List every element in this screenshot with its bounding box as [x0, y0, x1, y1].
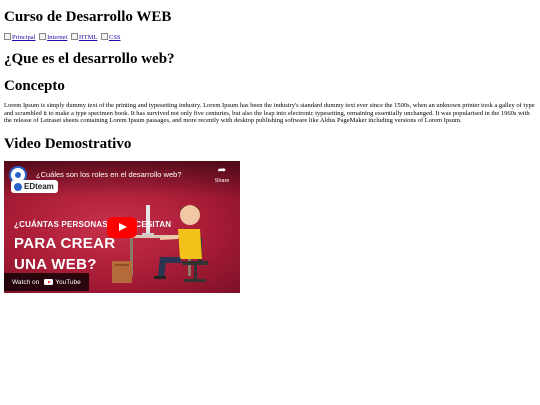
chair-seat	[182, 261, 208, 266]
watch-on-label: Watch on	[12, 278, 40, 286]
question-heading: ¿Que es el desarrollo web?	[4, 51, 175, 67]
page: Curso de Desarrollo WEB Principal Intern…	[0, 0, 540, 294]
chair-base	[184, 279, 206, 283]
youtube-embed[interactable]: ¿Cuáles son los roles en el desarrollo w…	[4, 161, 240, 294]
share-icon: ➦	[217, 165, 227, 177]
person-shoe	[154, 276, 166, 280]
thumbnail-headline-line1: PARA CREAR	[14, 235, 116, 253]
thumbnail-illustration	[112, 205, 208, 284]
brand-name: EDteam	[24, 182, 54, 192]
nav-link-css[interactable]: CSS	[100, 33, 121, 41]
play-button[interactable]	[107, 217, 137, 239]
thumbnail-kicker: ¿CUÁNTAS PERSONAS SE NECESITAN	[14, 220, 172, 230]
broken-image-icon	[39, 33, 47, 40]
broken-image-icon	[100, 33, 108, 40]
broken-image-icon	[70, 33, 78, 40]
youtube-wordmark: YouTube	[55, 278, 81, 286]
thumbnail-headline-line2: UNA WEB?	[14, 256, 97, 274]
top-nav: Principal Internet HTML CSS	[4, 33, 536, 42]
box-stripe	[115, 264, 129, 267]
chair-post	[194, 265, 197, 280]
concept-heading: Concepto	[4, 78, 65, 94]
video-title[interactable]: ¿Cuáles son los roles en el desarrollo w…	[36, 170, 182, 179]
brand-logo-icon	[14, 182, 22, 191]
share-label: Share	[214, 178, 230, 185]
brand-badge: EDteam	[11, 180, 58, 194]
page-title: Curso de Desarrollo WEB	[4, 9, 172, 25]
person-torso	[178, 229, 202, 260]
youtube-icon	[44, 279, 54, 286]
nav-link-principal[interactable]: Principal	[4, 33, 35, 41]
person-head	[180, 205, 200, 226]
video-heading: Video Demostrativo	[4, 136, 132, 153]
watch-on-youtube-button[interactable]: Watch on YouTube	[4, 273, 89, 292]
share-button[interactable]: ➦ Share	[214, 165, 230, 185]
concept-paragraph: Lorem Ipsum is simply dummy text of the …	[4, 102, 535, 125]
person-legs	[158, 257, 182, 278]
nav-link-html[interactable]: HTML	[70, 33, 97, 41]
broken-image-icon	[4, 33, 11, 40]
monitor-stand	[142, 233, 154, 236]
nav-link-internet[interactable]: Internet	[39, 33, 67, 41]
